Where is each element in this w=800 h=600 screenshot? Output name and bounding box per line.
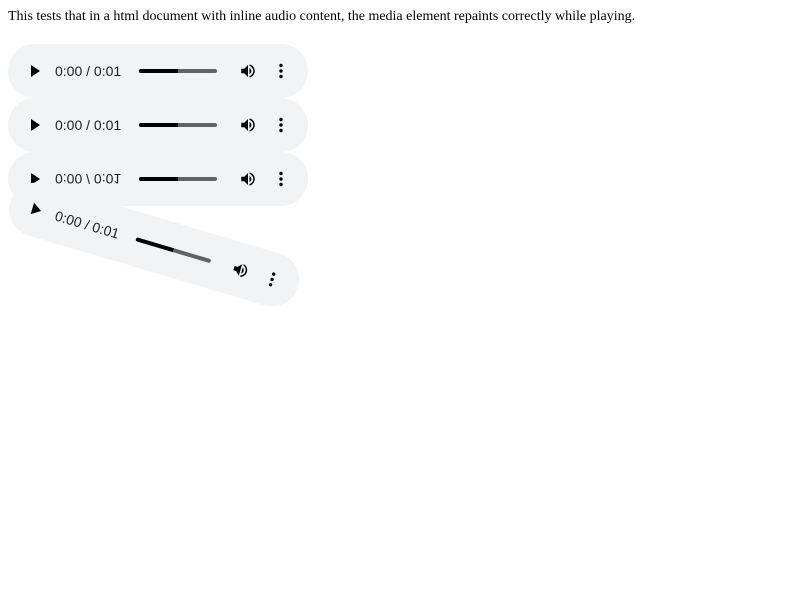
page-description: This tests that in a html document with … xyxy=(8,9,636,24)
play-icon[interactable] xyxy=(28,118,42,132)
audio-player: 0:00 / 0:01 xyxy=(8,98,308,152)
seek-progress xyxy=(139,123,178,127)
volume-icon[interactable] xyxy=(229,259,251,281)
more-vert-icon[interactable] xyxy=(272,116,290,134)
seek-progress xyxy=(135,237,174,253)
time-display: 0:00 / 0:01 xyxy=(53,207,122,242)
play-icon[interactable] xyxy=(28,64,42,78)
seek-slider[interactable] xyxy=(135,237,212,264)
more-vert-icon[interactable] xyxy=(272,62,290,80)
seek-slider[interactable] xyxy=(139,123,217,127)
time-display: 0:00 / 0:01 xyxy=(55,117,122,133)
volume-icon[interactable] xyxy=(239,62,257,80)
seek-slider[interactable] xyxy=(139,69,217,73)
seek-progress xyxy=(139,177,178,181)
seek-progress xyxy=(139,69,178,73)
seek-slider[interactable] xyxy=(139,177,217,181)
play-icon[interactable] xyxy=(28,201,45,218)
time-display: 0:00 / 0:01 xyxy=(55,171,122,187)
volume-icon[interactable] xyxy=(239,116,257,134)
more-vert-icon[interactable] xyxy=(261,268,283,290)
audio-player: 0:00 / 0:01 xyxy=(8,44,308,98)
volume-icon[interactable] xyxy=(239,170,257,188)
more-vert-icon[interactable] xyxy=(272,170,290,188)
time-display: 0:00 / 0:01 xyxy=(55,63,122,79)
